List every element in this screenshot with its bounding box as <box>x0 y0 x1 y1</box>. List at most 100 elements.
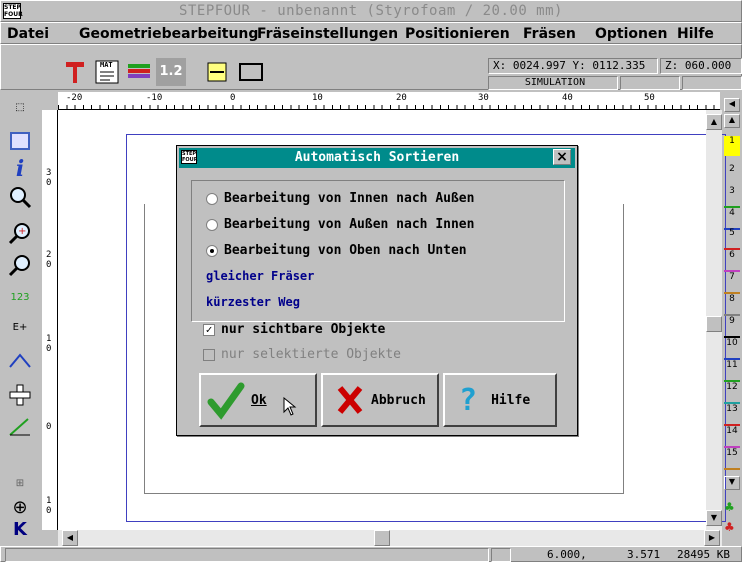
zoom-tool[interactable] <box>6 184 34 210</box>
numbering-tool[interactable]: 123 <box>6 284 34 310</box>
crosshair-tool[interactable] <box>6 382 34 408</box>
ruler-tick: 0 <box>230 93 236 103</box>
scroll-left-button[interactable]: ◀ <box>62 530 78 546</box>
scroll-down-button[interactable]: ▼ <box>706 510 722 526</box>
rectangle-tool[interactable] <box>6 128 34 154</box>
menu-positionieren[interactable]: Positionieren <box>405 26 510 42</box>
coord-z: Z: 060.000 <box>660 58 742 74</box>
layer-10[interactable]: 10 <box>724 338 740 360</box>
tree-icon[interactable]: ♣ <box>724 500 740 516</box>
option-label: Bearbeitung von Oben nach Unten <box>224 243 467 258</box>
vruler-tick: 2 <box>46 250 52 260</box>
menu-datei[interactable]: Datei <box>7 26 49 42</box>
checkbox-checked[interactable]: ✓ <box>203 323 215 336</box>
layer-scroll-left[interactable]: ◀ <box>724 98 740 112</box>
material-button[interactable]: MAT <box>92 58 122 86</box>
layer-15[interactable]: 15 <box>724 448 740 470</box>
hammer-tool-button[interactable] <box>60 58 90 86</box>
coord-y: Y: 0112.335 <box>572 59 646 72</box>
window-titlebar: STEP FOUR STEPFOUR - unbenannt (Styrofoam… <box>0 0 742 22</box>
vruler-tick: 0 <box>46 344 52 354</box>
vertical-scrollbar[interactable]: ▲ ▼ <box>706 110 722 530</box>
dialog-close-button[interactable]: × <box>553 149 571 165</box>
scroll-right-button[interactable]: ▶ <box>704 530 720 546</box>
grid-tool[interactable]: ⊞ <box>6 470 34 496</box>
info-icon: i <box>15 156 25 182</box>
ruler-tick: 20 <box>396 93 407 103</box>
target-icon: ⊕ <box>12 496 28 518</box>
layer-2[interactable]: 2 <box>724 164 740 184</box>
menu-fraeseinstellungen[interactable]: Fräseinstellungen <box>257 26 398 42</box>
menu-optionen[interactable]: Optionen <box>595 26 667 42</box>
option-top-down[interactable]: Bearbeitung von Oben nach Unten <box>206 243 467 258</box>
layer-scroll-up[interactable]: ▲ <box>724 114 740 128</box>
path-tool[interactable] <box>6 348 34 374</box>
horizontal-ruler: -20 -10 0 10 20 30 40 50 <box>58 92 720 110</box>
layer-11[interactable]: 11 <box>724 360 740 382</box>
horizontal-scrollbar[interactable]: ◀ ▶ <box>58 530 722 546</box>
layer-14[interactable]: 14 <box>724 426 740 448</box>
option-outside-in[interactable]: Bearbeitung von Außen nach Innen <box>206 217 474 232</box>
vruler-tick: 0 <box>46 260 52 270</box>
radio-button-selected[interactable] <box>206 244 218 257</box>
hscroll-thumb[interactable] <box>374 530 390 546</box>
move-origin-tool[interactable]: E+ <box>6 314 34 340</box>
svg-text:+: + <box>18 226 26 237</box>
menu-fraesen[interactable]: Fräsen <box>523 26 576 42</box>
shortest-path-link[interactable]: kürzester Weg <box>206 295 300 309</box>
auto-sort-dialog: STEP FOUR Automatisch Sortieren × Bearbei… <box>176 145 578 436</box>
vertical-ruler: 3 0 2 0 1 0 0 1 0 <box>42 110 58 530</box>
menu-hilfe[interactable]: Hilfe <box>677 26 714 42</box>
info-tool[interactable]: i <box>6 156 34 182</box>
checkbox-unchecked[interactable] <box>203 348 215 361</box>
layer-8[interactable]: 8 <box>724 294 740 316</box>
layer-9[interactable]: 9 <box>724 316 740 338</box>
tree-red-icon[interactable]: ♣ <box>724 520 740 536</box>
layer-12[interactable]: 12 <box>724 382 740 404</box>
ruler-ticks <box>58 105 720 109</box>
scroll-thumb[interactable] <box>706 316 722 332</box>
option-inside-out[interactable]: Bearbeitung von Innen nach Außen <box>206 191 474 206</box>
select-area-tool[interactable]: ⬚ <box>6 94 34 120</box>
cancel-button[interactable]: Abbruch <box>321 373 439 427</box>
layer-1[interactable]: 1 <box>724 136 740 156</box>
same-cutter-link[interactable]: gleicher Fräser <box>206 269 314 283</box>
layers-button[interactable] <box>124 58 154 86</box>
window-title: STEPFOUR - unbenannt (Styrofoam / 20.00 … <box>179 3 563 19</box>
layer-5[interactable]: 5 <box>724 228 740 250</box>
cancel-x-icon <box>337 386 363 414</box>
layer-4[interactable]: 4 <box>724 208 740 230</box>
zoom-out-tool[interactable] <box>6 252 34 278</box>
menu-geometriebearbeitung[interactable]: Geometriebearbeitung <box>79 26 258 42</box>
ok-button[interactable]: Ok <box>199 373 317 427</box>
zoom-in-tool[interactable]: + <box>6 220 34 246</box>
option-label: Bearbeitung von Außen nach Innen <box>224 217 475 232</box>
checkbox-label: nur sichtbare Objekte <box>221 322 386 337</box>
status-field-2 <box>682 76 742 90</box>
selected-objects-checkbox[interactable]: nur selektierte Objekte <box>203 347 401 362</box>
frame-button[interactable] <box>236 58 266 86</box>
visible-objects-checkbox[interactable]: ✓ nur sichtbare Objekte <box>203 322 385 337</box>
layer-7[interactable]: 7 <box>724 272 740 294</box>
left-toolbox: ⬚ i + 123 E+ ⊞ ⊕ K <box>0 92 42 540</box>
help-button[interactable]: ? Hilfe <box>443 373 557 427</box>
hammer-icon <box>66 62 84 83</box>
measure-tool[interactable] <box>6 414 34 440</box>
radio-button[interactable] <box>206 218 218 231</box>
layer-6[interactable]: 6 <box>724 250 740 272</box>
layer-3[interactable]: 3 <box>724 186 740 208</box>
status-field-1 <box>620 76 680 90</box>
layer-bar: ◀ ▲ 1 2 3 4 5 6 7 8 9 10 11 12 13 14 15 … <box>722 92 742 538</box>
layer-depth-button[interactable] <box>202 58 232 86</box>
scroll-up-button[interactable]: ▲ <box>706 114 722 130</box>
numbering-icon: 123 <box>10 291 30 303</box>
dialog-title: Automatisch Sortieren <box>294 150 460 165</box>
status-pos-x: 6.000, <box>547 548 587 561</box>
path-icon <box>9 353 31 368</box>
zoom-level-button[interactable]: 1.2 <box>156 58 186 86</box>
vruler-tick: 0 <box>46 422 52 432</box>
k-tool[interactable]: K <box>6 516 34 542</box>
radio-button[interactable] <box>206 192 218 205</box>
layer-scroll-down[interactable]: ▼ <box>724 476 740 490</box>
layer-13[interactable]: 13 <box>724 404 740 426</box>
